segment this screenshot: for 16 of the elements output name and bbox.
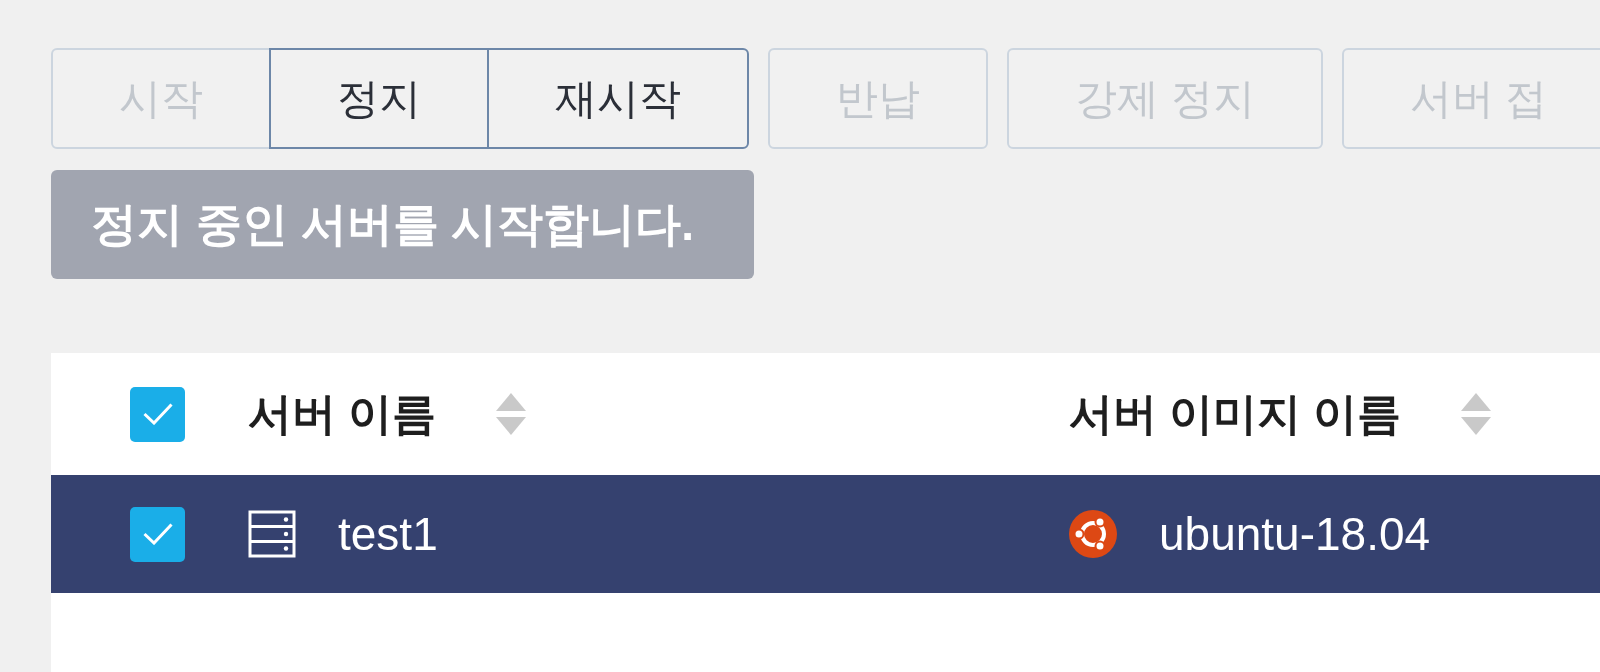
image-name: ubuntu-18.04 [1159,507,1431,561]
server-icon [248,510,296,558]
sort-icon[interactable] [1461,393,1492,435]
tooltip: 정지 중인 서버를 시작합니다. [51,170,754,279]
select-all-checkbox[interactable] [130,386,185,442]
server-name: test1 [338,507,438,561]
toolbar-button[interactable]: 정지 [269,48,489,149]
os-logo-icon [1069,510,1117,558]
check-icon [142,403,173,425]
column-header[interactable]: 서버 이미지 이름 [1069,384,1402,444]
check-icon [142,523,173,545]
table-row[interactable]: test1 ubuntu-18.04 [51,475,1600,593]
column-header[interactable]: 서버 이름 [248,384,437,444]
toolbar-button[interactable]: 재시작 [487,48,749,149]
row-checkbox[interactable] [130,506,185,562]
sort-icon[interactable] [496,393,527,435]
